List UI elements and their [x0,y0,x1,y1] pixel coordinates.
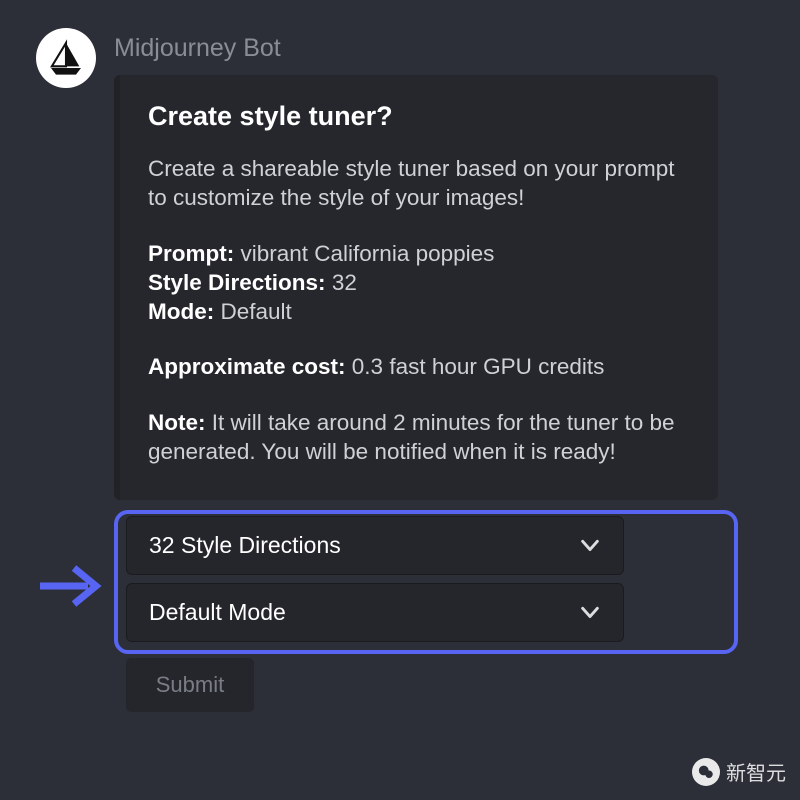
embed-title: Create style tuner? [148,101,690,132]
bot-name: Midjourney Bot [114,34,730,63]
mode-select-label: Default Mode [149,599,286,626]
sailboat-icon [46,38,86,78]
chevron-down-icon [579,601,601,623]
embed-intro: Create a shareable style tuner based on … [148,154,690,213]
controls-group: 32 Style Directions Default Mode [126,516,730,642]
note-value: It will take around 2 minutes for the tu… [148,410,675,464]
watermark-text: 新智元 [726,757,786,786]
arrow-right-icon [38,564,102,613]
note-label: Note: [148,410,212,435]
cost-label: Approximate cost: [148,354,352,379]
embed-params: Prompt: vibrant California poppies Style… [148,239,690,327]
bot-avatar [36,28,96,88]
cost-value: 0.3 fast hour GPU credits [352,354,605,379]
style-directions-select-label: 32 Style Directions [149,532,341,559]
style-dir-label: Style Directions: [148,270,332,295]
watermark: 新智元 [692,757,786,786]
embed-body: Create a shareable style tuner based on … [148,154,690,466]
mode-value: Default [221,299,292,324]
prompt-value: vibrant California poppies [241,241,495,266]
submit-button[interactable]: Submit [126,658,254,712]
style-dir-value: 32 [332,270,357,295]
mode-label: Mode: [148,299,221,324]
embed-note: Note: It will take around 2 minutes for … [148,408,690,467]
prompt-label: Prompt: [148,241,241,266]
style-directions-select[interactable]: 32 Style Directions [126,516,624,575]
wechat-icon [692,758,720,786]
embed-card: Create style tuner? Create a shareable s… [114,75,718,500]
embed-cost: Approximate cost: 0.3 fast hour GPU cred… [148,352,690,381]
mode-select[interactable]: Default Mode [126,583,624,642]
chevron-down-icon [579,534,601,556]
